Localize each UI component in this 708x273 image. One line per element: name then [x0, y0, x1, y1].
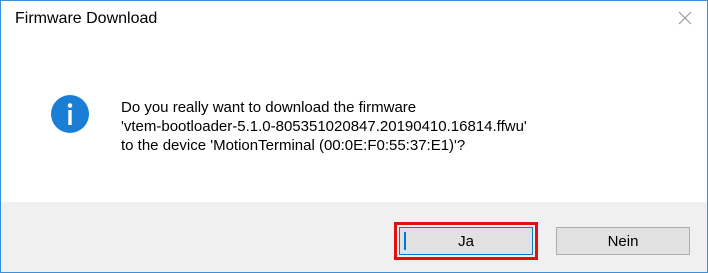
yes-button[interactable]: Ja [399, 227, 533, 255]
firmware-download-dialog: Firmware Download Do you really want to … [0, 0, 708, 273]
message-line: to the device 'MotionTerminal (00:0E:F0:… [121, 137, 466, 154]
window-title: Firmware Download [15, 10, 158, 27]
info-icon [51, 95, 89, 133]
no-button[interactable]: Nein [556, 227, 690, 255]
message-text: Do you really want to download the firmw… [121, 98, 681, 155]
yes-button-label: Ja [458, 232, 474, 250]
focus-caret [404, 232, 406, 250]
message-line: Do you really want to download the firmw… [121, 99, 417, 116]
title-bar: Firmware Download [1, 1, 707, 35]
button-bar: Ja Nein [1, 202, 707, 272]
close-button[interactable] [663, 1, 707, 35]
close-icon [678, 11, 692, 25]
message-line: 'vtem-bootloader-5.1.0-805351020847.2019… [121, 118, 527, 135]
no-button-label: Nein [607, 232, 639, 250]
